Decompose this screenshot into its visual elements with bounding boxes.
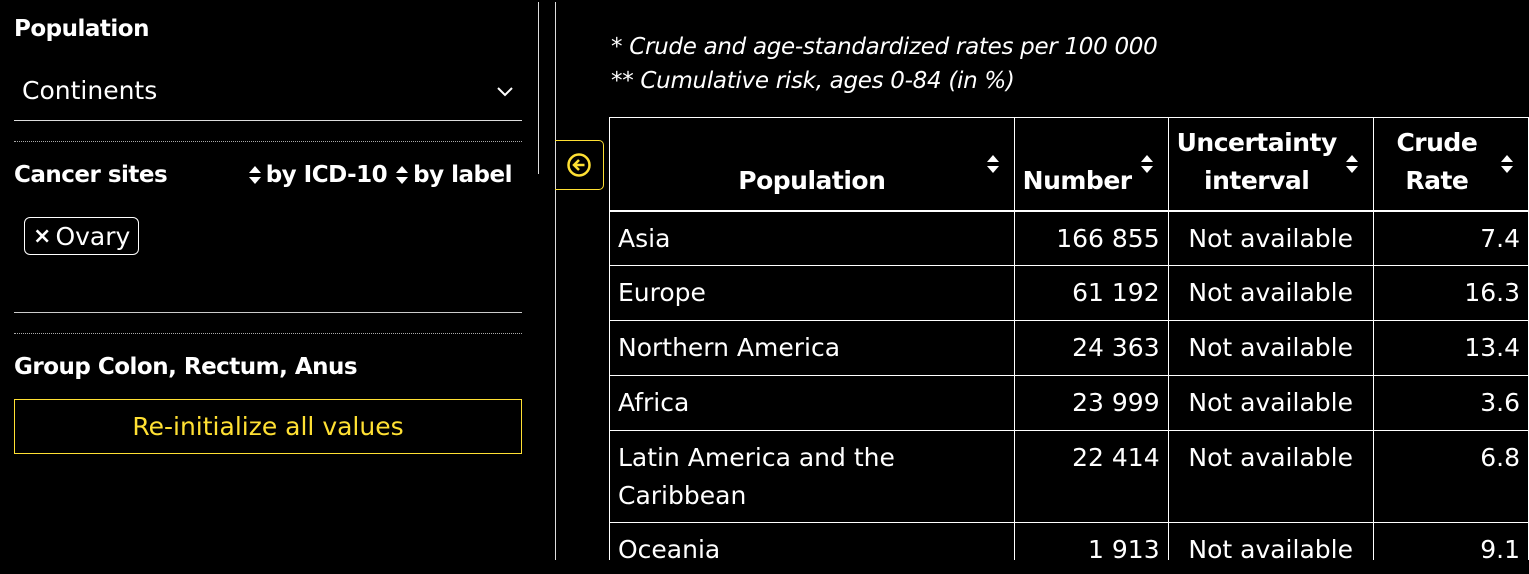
- cell-uncertainty: Not available: [1167, 430, 1374, 523]
- table-row: Asia 166 855 Not available 7.4: [609, 210, 1529, 266]
- table-notes: * Crude and age-standardized rates per 1…: [611, 30, 1158, 98]
- table-row: Africa 23 999 Not available 3.6: [609, 375, 1529, 431]
- population-select-value: Continents: [22, 76, 158, 105]
- population-title: Population: [14, 16, 149, 42]
- sort-by-icd-label: by ICD-10: [265, 162, 388, 188]
- cell-uncertainty: Not available: [1167, 265, 1374, 321]
- cell-uncertainty: Not available: [1167, 375, 1374, 431]
- table-row: Latin America and the Caribbean 22 414 N…: [609, 430, 1529, 523]
- sort-icon: [248, 166, 261, 184]
- cell-number: 23 999: [1013, 375, 1169, 431]
- sort-icon: [1501, 155, 1513, 173]
- cancer-site-tag: × Ovary: [24, 217, 140, 255]
- table-row: Oceania 1 913 Not available 9.1: [609, 522, 1529, 560]
- table-header-row: Population Number Uncertainty interval C…: [609, 117, 1529, 212]
- divider: [14, 312, 522, 313]
- divider: [14, 333, 522, 334]
- cell-crude-rate: 9.1: [1372, 522, 1529, 560]
- cell-crude-rate: 13.4: [1372, 320, 1529, 376]
- cell-uncertainty: Not available: [1167, 210, 1374, 266]
- cell-number: 1 913: [1013, 522, 1169, 560]
- group-title: Group Colon, Rectum, Anus: [14, 354, 358, 380]
- cell-number: 24 363: [1013, 320, 1169, 376]
- cell-number: 166 855: [1013, 210, 1169, 266]
- cell-uncertainty: Not available: [1167, 320, 1374, 376]
- sort-by-label-label: by label: [413, 162, 512, 188]
- note-rates: * Crude and age-standardized rates per 1…: [611, 34, 1158, 60]
- column-header-label: Rate: [1405, 165, 1469, 195]
- cell-population: Northern America: [609, 320, 1015, 376]
- arrow-left-circle-icon: [567, 153, 591, 177]
- reinitialize-button[interactable]: Re-initialize all values: [14, 399, 522, 454]
- sort-icon: [1140, 155, 1153, 173]
- note-cumulative-risk: ** Cumulative risk, ages 0-84 (in %): [611, 68, 1015, 94]
- filter-panel: Population Continents Cancer sites by IC…: [14, 0, 522, 574]
- column-header-label: Uncertainty: [1176, 127, 1338, 157]
- cancer-sites-sort: by ICD-10 by label: [248, 162, 512, 188]
- cancer-sites-title: Cancer sites: [14, 162, 168, 188]
- cell-crude-rate: 3.6: [1372, 375, 1529, 431]
- collapse-panel-button[interactable]: [555, 140, 604, 190]
- column-header-label: Population: [738, 165, 886, 195]
- population-select[interactable]: Continents: [14, 68, 522, 121]
- panel-divider: [555, 2, 556, 560]
- column-header-label: Number: [1022, 165, 1132, 195]
- cell-population: Africa: [609, 375, 1015, 431]
- table-row: Europe 61 192 Not available 16.3: [609, 265, 1529, 321]
- results-table: Population Number Uncertainty interval C…: [609, 117, 1529, 560]
- cell-population: Oceania: [609, 522, 1015, 560]
- column-header-number[interactable]: Number: [1013, 117, 1169, 212]
- sort-by-label-button[interactable]: by label: [395, 162, 512, 188]
- cell-crude-rate: 6.8: [1372, 430, 1529, 523]
- remove-tag-button[interactable]: ×: [33, 224, 51, 249]
- column-header-label: Crude: [1396, 127, 1478, 157]
- panel-divider: [538, 2, 539, 174]
- cell-population: Asia: [609, 210, 1015, 266]
- cell-number: 22 414: [1013, 430, 1169, 523]
- sort-icon: [1345, 155, 1358, 173]
- divider: [14, 141, 522, 142]
- sort-icon: [396, 166, 409, 184]
- cell-crude-rate: 7.4: [1372, 210, 1529, 266]
- table-row: Northern America 24 363 Not available 13…: [609, 320, 1529, 376]
- cell-crude-rate: 16.3: [1372, 265, 1529, 321]
- column-header-uncertainty[interactable]: Uncertainty interval: [1167, 117, 1374, 212]
- sort-icon: [986, 155, 999, 173]
- cell-population: Europe: [609, 265, 1015, 321]
- results-table-container[interactable]: Population Number Uncertainty interval C…: [609, 117, 1529, 560]
- sort-by-icd-button[interactable]: by ICD-10: [248, 162, 388, 188]
- cell-uncertainty: Not available: [1167, 522, 1374, 560]
- chevron-down-icon: [497, 87, 513, 97]
- cell-population: Latin America and the Caribbean: [609, 430, 1015, 523]
- column-header-label: interval: [1204, 165, 1310, 195]
- column-header-crude-rate[interactable]: Crude Rate: [1372, 117, 1529, 212]
- cancer-site-tag-label: Ovary: [55, 221, 131, 251]
- column-header-population[interactable]: Population: [609, 117, 1015, 212]
- cell-number: 61 192: [1013, 265, 1169, 321]
